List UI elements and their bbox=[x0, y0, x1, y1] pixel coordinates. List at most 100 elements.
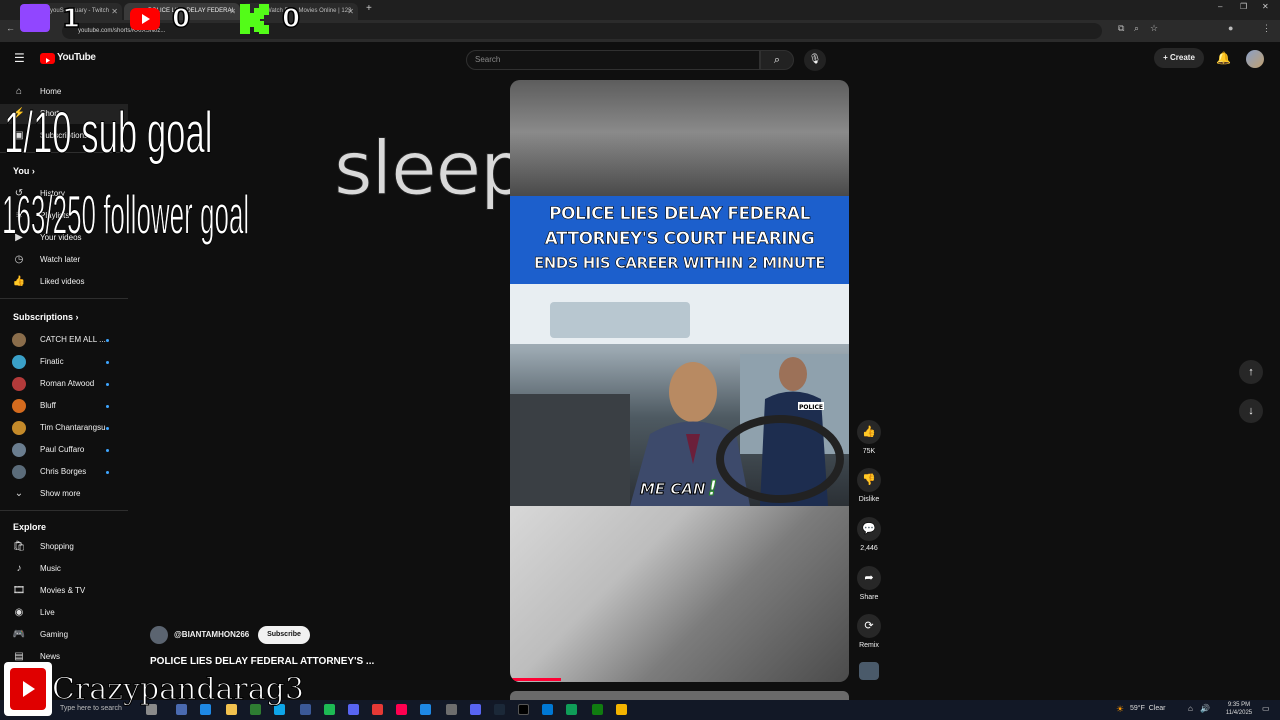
app-icon[interactable] bbox=[372, 704, 383, 715]
youtube-brand-overlay-icon bbox=[4, 662, 52, 716]
voice-search-button[interactable]: 🎙 bbox=[804, 49, 826, 71]
sidebar-item-shopping[interactable]: 🛍 Shopping bbox=[0, 537, 128, 557]
comments-button[interactable]: 💬 2,446 bbox=[856, 517, 882, 552]
sidebar-item-channel[interactable]: Tim Chantarangsu bbox=[0, 418, 128, 438]
like-button[interactable]: 👍 75K bbox=[856, 420, 882, 455]
menu-icon[interactable]: ☰ bbox=[14, 51, 25, 65]
weather-text[interactable]: 59°F Clear bbox=[1130, 705, 1165, 712]
youtube-header: ☰ YouTube Search ⌕ 🎙 + Create 🔔 bbox=[0, 42, 1280, 76]
channel-avatar bbox=[12, 399, 26, 413]
clock-date[interactable]: 11/4/2025 bbox=[1222, 710, 1256, 716]
sidebar-item-channel[interactable]: Roman Atwood bbox=[0, 374, 128, 394]
subtitle-caption-mark: ! bbox=[707, 476, 718, 501]
create-button[interactable]: + Create bbox=[1154, 48, 1204, 68]
steam-icon[interactable] bbox=[494, 704, 505, 715]
sidebar-item-channel[interactable]: Finatic bbox=[0, 352, 128, 372]
minimize-button[interactable]: – bbox=[1218, 2, 1222, 11]
channel-avatar[interactable] bbox=[150, 626, 168, 644]
app-icon[interactable] bbox=[348, 704, 359, 715]
remix-button[interactable]: ⟳ Remix bbox=[856, 614, 882, 649]
video-blurred-bottom bbox=[510, 506, 849, 682]
sidebar-item-label: Show more bbox=[40, 489, 81, 498]
kick-logo-icon bbox=[240, 4, 270, 36]
account-avatar[interactable] bbox=[1246, 50, 1264, 68]
app-icon[interactable] bbox=[566, 704, 577, 715]
restore-button[interactable]: ❐ bbox=[1240, 2, 1247, 11]
subscribe-button[interactable]: Subscribe bbox=[258, 626, 310, 644]
sound-thumbnail[interactable] bbox=[859, 662, 879, 680]
show-more-button[interactable]: ⌄ Show more bbox=[0, 484, 128, 504]
next-short-button[interactable]: ↓ bbox=[1239, 399, 1263, 423]
app-icon[interactable] bbox=[446, 704, 457, 715]
search-input[interactable]: Search bbox=[466, 50, 760, 70]
sidebar-item-live[interactable]: ◉ Live bbox=[0, 603, 128, 623]
url-field[interactable]: youtube.com/shorts/KXIXSN0z... bbox=[62, 23, 1102, 39]
close-tab-icon[interactable]: ✕ bbox=[229, 3, 236, 20]
browser-menu-icon[interactable]: ⋮ bbox=[1262, 23, 1271, 34]
sidebar-item-channel[interactable]: CATCH EM ALL ... bbox=[0, 330, 128, 350]
app-icon[interactable] bbox=[420, 704, 431, 715]
bookmark-star-icon[interactable]: ☆ bbox=[1150, 23, 1158, 34]
remix-label: Remix bbox=[859, 642, 879, 649]
youtube-logo-text[interactable]: YouTube bbox=[57, 52, 96, 63]
search-icon: ⌕ bbox=[773, 54, 781, 66]
progress-bar[interactable] bbox=[510, 678, 561, 681]
sidebar-item-gaming[interactable]: 🎮 Gaming bbox=[0, 625, 128, 645]
tiktok-icon[interactable] bbox=[396, 704, 407, 715]
close-tab-icon[interactable]: ✕ bbox=[111, 3, 118, 20]
new-tab-button[interactable]: + bbox=[366, 3, 372, 14]
subscriptions-section-header[interactable]: Subscriptions › bbox=[13, 312, 79, 322]
dislike-button[interactable]: 👎 Dislike bbox=[856, 468, 882, 503]
short-title[interactable]: POLICE LIES DELAY FEDERAL ATTORNEY'S ... bbox=[150, 656, 374, 667]
thumbs-up-icon: 👍 bbox=[857, 420, 881, 444]
share-button[interactable]: ➦ Share bbox=[856, 566, 882, 601]
discord-icon[interactable] bbox=[470, 704, 481, 715]
sidebar-item-liked-videos[interactable]: 👍 Liked videos bbox=[0, 272, 128, 292]
sidebar-item-music[interactable]: ♪ Music bbox=[0, 559, 128, 579]
share-icon: ➦ bbox=[857, 566, 881, 590]
close-window-button[interactable]: ✕ bbox=[1262, 2, 1269, 11]
back-icon[interactable]: ← bbox=[6, 23, 15, 33]
notifications-bell-icon[interactable]: 🔔 bbox=[1216, 51, 1231, 65]
zoom-icon[interactable]: ⌕ bbox=[1134, 23, 1139, 34]
video-title-banner: POLICE LIES DELAY FEDERAL ATTORNEY'S COU… bbox=[510, 196, 849, 284]
like-count: 75K bbox=[862, 448, 876, 455]
sidebar-item-channel[interactable]: Chris Borges bbox=[0, 462, 128, 482]
previous-short-button[interactable]: ↑ bbox=[1239, 360, 1263, 384]
weather-icon: ☀ bbox=[1116, 704, 1125, 714]
subtitle-caption: ME CAN bbox=[640, 480, 707, 499]
close-tab-icon[interactable]: ✕ bbox=[347, 3, 354, 20]
sidebar-item-movies[interactable]: 🎞 Movies & TV bbox=[0, 581, 128, 601]
volume-icon[interactable]: 🔊 bbox=[1200, 704, 1210, 713]
youtube-logo-icon[interactable] bbox=[40, 53, 55, 64]
new-content-dot bbox=[106, 383, 109, 386]
kick-app-icon[interactable] bbox=[518, 704, 529, 715]
twitch-count: 1 bbox=[61, 3, 81, 35]
sidebar-item-label: Paul Cuffaro bbox=[40, 445, 85, 454]
network-icon[interactable]: ⌂ bbox=[1188, 704, 1193, 713]
app-icon[interactable] bbox=[616, 704, 627, 715]
remix-icon: ⟳ bbox=[857, 614, 881, 638]
short-video-player[interactable]: POLICE LIES DELAY FEDERAL ATTORNEY'S COU… bbox=[510, 80, 849, 682]
app-icon[interactable] bbox=[542, 704, 553, 715]
xbox-icon[interactable] bbox=[592, 704, 603, 715]
sidebar-item-channel[interactable]: Bluff bbox=[0, 396, 128, 416]
extension-icon[interactable]: ⧉ bbox=[1118, 23, 1124, 34]
sidebar-item-watch-later[interactable]: ◷ Watch later bbox=[0, 250, 128, 270]
channel-avatar bbox=[12, 377, 26, 391]
channel-handle[interactable]: @BIANTAMHON266 bbox=[174, 630, 249, 639]
you-section-header[interactable]: You › bbox=[13, 166, 35, 176]
video-blurred-top bbox=[510, 80, 849, 196]
new-content-dot bbox=[106, 361, 109, 364]
notification-center-icon[interactable]: ▭ bbox=[1262, 704, 1270, 713]
youtube-overlay-logo-icon bbox=[130, 8, 160, 30]
clock-time[interactable]: 9:35 PM bbox=[1224, 702, 1254, 708]
search-button[interactable]: ⌕ bbox=[760, 50, 794, 70]
sidebar-item-channel[interactable]: Paul Cuffaro bbox=[0, 440, 128, 460]
next-short-preview[interactable] bbox=[510, 691, 849, 700]
youtube-count: 0 bbox=[171, 3, 191, 35]
spotify-icon[interactable] bbox=[324, 704, 335, 715]
chevron-down-icon: ⌄ bbox=[14, 488, 24, 499]
profile-icon[interactable]: ● bbox=[1228, 23, 1233, 33]
twitch-logo-icon bbox=[20, 4, 50, 32]
